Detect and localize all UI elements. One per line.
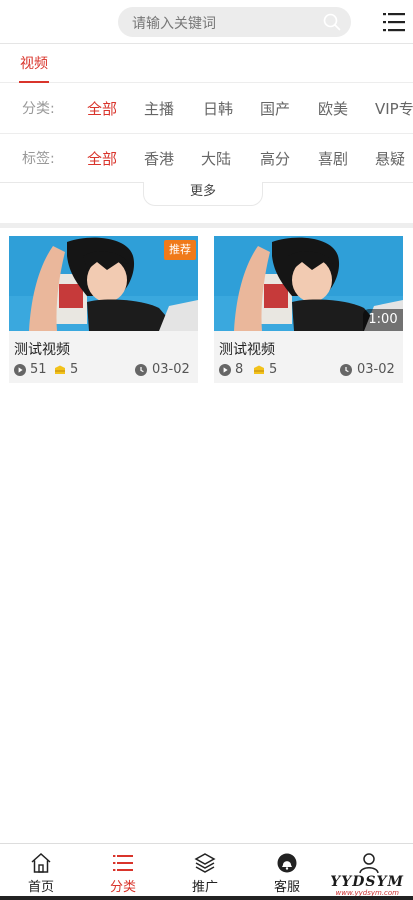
category-option-western[interactable]: 欧美 [318,98,348,119]
coin-count: 5 [70,362,79,377]
tag-option-suspense[interactable]: 悬疑 [375,148,405,169]
top-header: 请输入关键词 [0,0,413,44]
upload-date: 03-02 [152,362,190,377]
category-list-icon [113,855,133,871]
category-option-domestic[interactable]: 国产 [260,98,290,119]
coin-icon [254,365,264,374]
video-meta: 51 5 03-02 [14,362,194,378]
category-option-all[interactable]: 全部 [87,98,117,119]
video-card[interactable]: 推荐 测试视频 51 5 03-02 [9,236,198,383]
play-count-icon [219,364,231,376]
category-filter-label: 分类: [22,101,55,117]
video-thumbnail[interactable]: 1:00 [214,236,403,331]
coin-count: 5 [269,362,278,377]
active-tab-indicator [19,81,49,83]
menu-icon[interactable] [383,12,405,32]
play-count-icon [14,364,26,376]
user-icon [359,853,379,874]
nav-category-label: 分类 [109,880,136,895]
recommended-badge: 推荐 [164,240,196,260]
tab-bar: 视频 [0,45,413,83]
video-title[interactable]: 测试视频 [219,339,275,359]
more-button[interactable]: 更多 [143,182,263,206]
search-box[interactable]: 请输入关键词 [118,7,351,37]
category-option-vip[interactable]: VIP专 [375,98,413,119]
section-divider [0,223,413,228]
nav-category[interactable]: 分类 [82,844,164,896]
video-card[interactable]: 1:00 测试视频 8 5 03-02 [214,236,403,383]
customer-service-icon [277,853,297,873]
clock-icon [340,364,352,376]
tab-video[interactable]: 视频 [20,53,48,73]
nav-promote-label: 推广 [191,880,218,895]
nav-home[interactable]: 首页 [0,844,82,896]
more-bar: 更多 [0,182,413,206]
upload-date: 03-02 [357,362,395,377]
category-filter-row: 分类: 全部 主播 日韩 国产 欧美 VIP专 [0,84,413,134]
tag-option-mainland[interactable]: 大陆 [201,148,231,169]
layers-icon [194,853,216,873]
video-duration: 1:00 [363,309,403,331]
video-title[interactable]: 测试视频 [14,339,70,359]
category-option-anchor[interactable]: 主播 [144,98,174,119]
tag-filter-row: 标签: 全部 香港 大陆 高分 喜剧 悬疑 [0,134,413,184]
watermark-logo: YYDSYM [330,874,404,890]
search-icon[interactable] [323,13,341,31]
home-icon [31,852,51,873]
video-thumbnail[interactable]: 推荐 [9,236,198,331]
tag-filter-label: 标签: [22,151,55,167]
category-option-jpkr[interactable]: 日韩 [203,98,233,119]
nav-customer-service[interactable]: 客服 [246,844,328,896]
nav-promote[interactable]: 推广 [164,844,246,896]
video-meta: 8 5 03-02 [219,362,399,378]
search-input[interactable]: 请输入关键词 [132,13,216,33]
tag-option-comedy[interactable]: 喜剧 [318,148,348,169]
nav-customer-service-label: 客服 [273,880,300,895]
play-count: 8 [235,362,244,377]
home-indicator [0,896,413,900]
tag-option-all[interactable]: 全部 [87,148,117,169]
nav-home-label: 首页 [27,880,54,895]
play-count: 51 [30,362,47,377]
tag-option-hongkong[interactable]: 香港 [144,148,174,169]
clock-icon [135,364,147,376]
coin-icon [55,365,65,374]
tag-option-high-score[interactable]: 高分 [260,148,290,169]
